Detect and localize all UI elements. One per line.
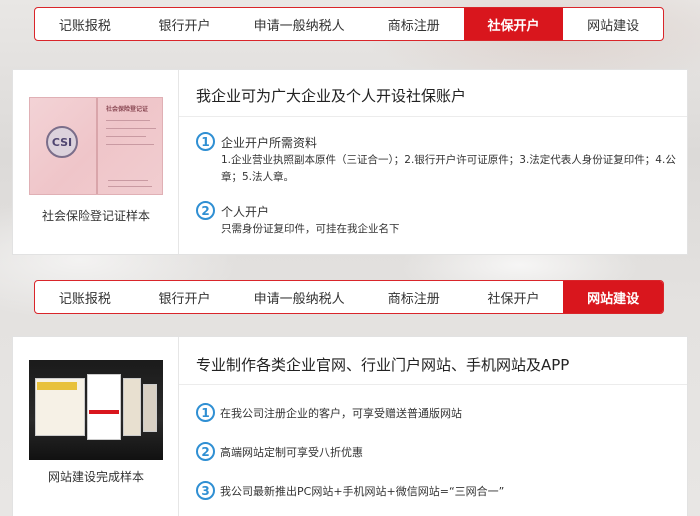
tab-bank-account[interactable]: 银行开户 bbox=[135, 8, 235, 40]
item-body: 只需身份证复印件，可挂在我企业名下 bbox=[221, 223, 400, 235]
tab-social-security[interactable]: 社保开户 bbox=[464, 281, 564, 313]
divider bbox=[179, 116, 687, 117]
number-badge-3: 3 bbox=[196, 481, 215, 500]
panel-title: 我企业可为广大企业及个人开设社保账户 bbox=[196, 87, 467, 105]
tab-website[interactable]: 网站建设 bbox=[563, 281, 663, 313]
tab-bookkeeping[interactable]: 记账报税 bbox=[35, 281, 135, 313]
social-security-panel: CSI 社会保险登记证 社会保险登记证样本 我企业可为广大企业及个人开设社保账户… bbox=[12, 69, 688, 255]
number-badge-1: 1 bbox=[196, 403, 215, 422]
number-badge-2: 2 bbox=[196, 442, 215, 461]
tab-trademark[interactable]: 商标注册 bbox=[364, 281, 464, 313]
item-heading: 个人开户 bbox=[221, 205, 270, 219]
item-body: 1.企业营业执照副本原件（三证合一）；2.银行开户许可证原件；3.法定代表人身份… bbox=[221, 154, 676, 183]
item-heading: 企业开户所需资料 bbox=[221, 136, 318, 150]
image-caption: 社会保险登记证样本 bbox=[41, 209, 150, 223]
number-badge-1: 1 bbox=[196, 132, 215, 151]
tab-general-taxpayer[interactable]: 申请一般纳税人 bbox=[234, 8, 364, 40]
sample-image-area: CSI 社会保险登记证 社会保险登记证样本 bbox=[13, 70, 179, 254]
item-text: 我公司最新推出PC网站+手机网站+微信网站=“三网合一” bbox=[220, 485, 505, 498]
service-tabs-top: 记账报税 银行开户 申请一般纳税人 商标注册 社保开户 网站建设 bbox=[34, 7, 664, 41]
tab-website[interactable]: 网站建设 bbox=[563, 8, 663, 40]
divider bbox=[179, 384, 687, 385]
image-caption: 网站建设完成样本 bbox=[47, 470, 144, 484]
website-sample-image bbox=[29, 360, 163, 460]
seal-icon: CSI bbox=[46, 126, 78, 158]
item-text: 在我公司注册企业的客户，可享受赠送普通版网站 bbox=[220, 407, 462, 420]
tab-bookkeeping[interactable]: 记账报税 bbox=[35, 8, 135, 40]
item-text: 高端网站定制可享受八折优惠 bbox=[220, 446, 363, 459]
tab-general-taxpayer[interactable]: 申请一般纳税人 bbox=[234, 281, 364, 313]
tab-social-security[interactable]: 社保开户 bbox=[463, 8, 564, 40]
tab-trademark[interactable]: 商标注册 bbox=[364, 8, 464, 40]
panel-title: 专业制作各类企业官网、行业门户网站、手机网站及APP bbox=[196, 356, 570, 374]
number-badge-2: 2 bbox=[196, 201, 215, 220]
tab-bank-account[interactable]: 银行开户 bbox=[135, 281, 235, 313]
certificate-sample-image: CSI 社会保险登记证 bbox=[29, 97, 163, 195]
website-panel: 网站建设完成样本 专业制作各类企业官网、行业门户网站、手机网站及APP 1 在我… bbox=[12, 336, 688, 516]
sample-image-area: 网站建设完成样本 bbox=[13, 337, 179, 516]
service-tabs-bottom: 记账报税 银行开户 申请一般纳税人 商标注册 社保开户 网站建设 bbox=[34, 280, 664, 314]
